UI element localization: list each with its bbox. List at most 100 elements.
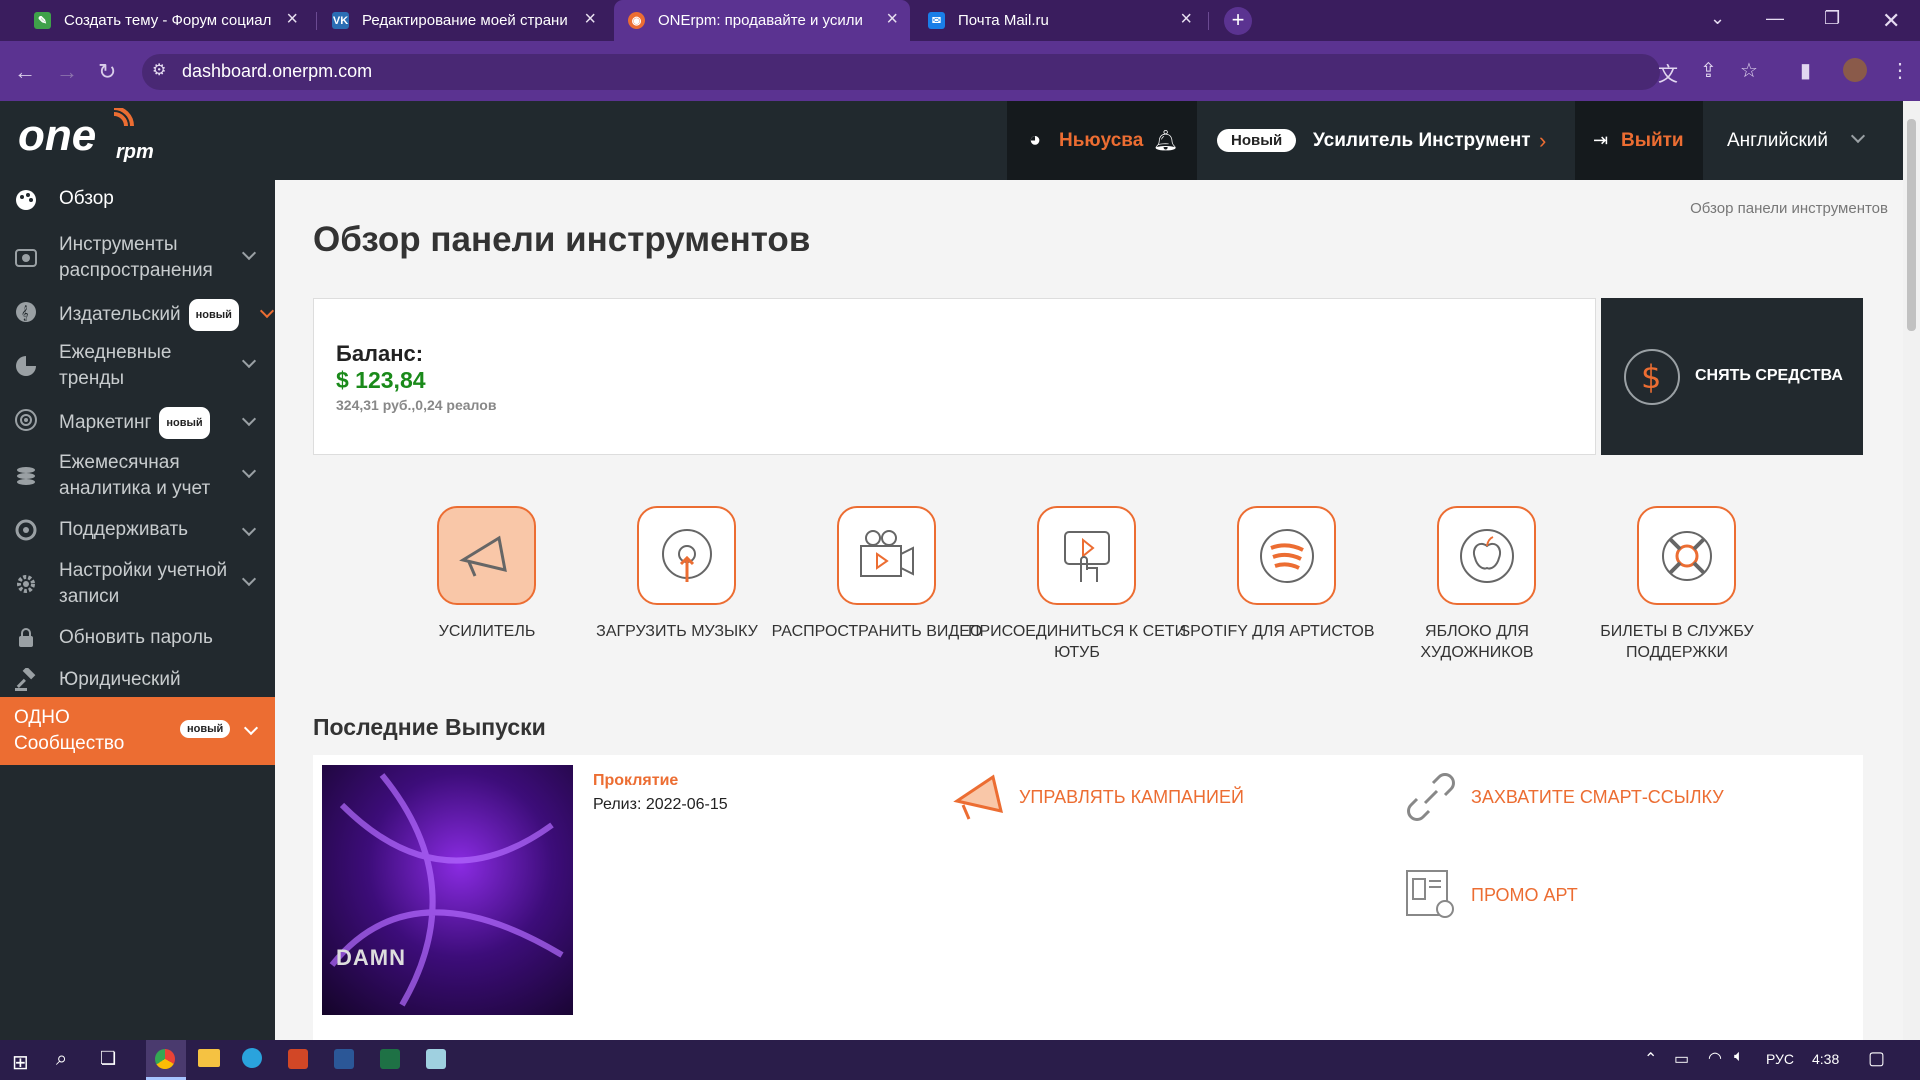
manage-campaign-label: УПРАВЛЯТЬ КАМПАНИЕЙ	[1019, 786, 1244, 807]
onerpm-logo[interactable]: one rpm	[18, 106, 168, 173]
search-icon[interactable]: ⌕	[56, 1048, 67, 1071]
sidebar-item-update-password[interactable]: Обновить пароль	[0, 618, 275, 658]
close-icon[interactable]: ×	[1180, 9, 1192, 29]
bookmark-star-icon[interactable]: ☆	[1740, 58, 1758, 83]
sidebar-item-label: Обзор	[59, 188, 114, 209]
sidebar-item-overview[interactable]: Обзор	[0, 180, 275, 220]
sidebar-item-community[interactable]: ОДНО Сообщество новый	[0, 697, 275, 765]
spotify-icon	[1237, 506, 1336, 605]
onerpm-icon: ◉	[628, 12, 645, 29]
tab-search-icon[interactable]: ⌄	[1710, 8, 1725, 29]
reload-icon[interactable]: ↻	[98, 59, 116, 85]
chevron-down-icon	[241, 571, 257, 587]
upload-disc-icon	[637, 506, 736, 605]
menu-icon[interactable]: ⋮	[1890, 58, 1910, 83]
battery-icon[interactable]: ▭	[1674, 1049, 1689, 1069]
new-tab-button[interactable]: +	[1224, 7, 1252, 35]
notifications-icon[interactable]: ▢	[1868, 1048, 1885, 1069]
dollar-coin-icon: $	[1624, 349, 1680, 405]
word-icon[interactable]	[334, 1049, 354, 1069]
gavel-icon	[15, 668, 36, 691]
tab-title: Редактирование моей страни	[362, 12, 568, 29]
sidebar-item-marketing[interactable]: Маркетинг новый	[0, 400, 275, 440]
windows-start-icon[interactable]: ⊞	[12, 1050, 29, 1075]
keyboard-language[interactable]: РУС	[1766, 1051, 1794, 1067]
target-icon	[15, 409, 37, 431]
clock[interactable]: 4:38	[1812, 1051, 1839, 1067]
notepad-icon[interactable]	[426, 1049, 446, 1069]
cover-text: DAMN	[336, 945, 406, 970]
tab-separator	[316, 12, 317, 30]
chevron-down-icon	[243, 720, 259, 736]
sidebar-item-publishing[interactable]: 𝄞 Издательский новый	[0, 292, 275, 332]
user-menu[interactable]: ◕ Ньюусва 🔔︎	[1007, 101, 1197, 180]
manage-campaign-link[interactable]: УПРАВЛЯТЬ КАМПАНИЕЙ	[953, 767, 1244, 827]
site-info-icon[interactable]: ⚙	[152, 60, 166, 80]
smart-link-link[interactable]: ЗАХВАТИТЕ СМАРТ-ССЫЛКУ	[1403, 767, 1724, 827]
translate-icon[interactable]: 文	[1658, 58, 1678, 87]
browser-tab-active[interactable]: ◉ ONErpm: продавайте и усили ×	[614, 0, 910, 41]
logout-button[interactable]: ⇥ Выйти	[1575, 101, 1703, 180]
sidebar-item-legal[interactable]: Юридический	[0, 660, 275, 700]
sidebar-item-support[interactable]: Поддерживать	[0, 510, 275, 550]
megaphone-icon	[437, 506, 536, 605]
minimize-icon[interactable]: —	[1766, 8, 1784, 29]
label-text: Издательский	[59, 304, 181, 326]
browser-tab[interactable]: ✎ Создать тему - Форум социал ×	[20, 0, 310, 41]
sidepanel-icon[interactable]: ▮	[1800, 58, 1811, 83]
chevron-up-icon[interactable]: ⌃	[1644, 1049, 1657, 1069]
telegram-icon[interactable]	[242, 1048, 262, 1068]
dashboard-icon: ◕	[1029, 129, 1042, 151]
sidebar-item-label: Юридический	[59, 669, 181, 690]
sidebar-item-label: Инструменты распространения	[59, 234, 213, 281]
vk-icon: VK	[332, 12, 349, 29]
cover-art	[329, 773, 564, 1007]
logo-mark: one rpm	[18, 106, 154, 163]
sidebar-item-label: Ежемесячная аналитика и учет	[59, 452, 211, 499]
browser-tab[interactable]: VK Редактирование моей страни ×	[318, 0, 608, 41]
close-icon[interactable]: ×	[584, 9, 596, 29]
back-icon[interactable]: ←	[14, 59, 36, 85]
volume-icon[interactable]: 🔈︎	[1734, 1048, 1744, 1066]
browser-tab[interactable]: ✉ Почта Mail.ru ×	[914, 0, 1204, 41]
withdraw-label: СНЯТЬ СРЕДСТВА	[1695, 367, 1843, 384]
sidebar-item-distribution[interactable]: Инструменты распространения	[0, 228, 275, 288]
wifi-icon[interactable]: ◠	[1708, 1048, 1722, 1068]
scrollbar-thumb[interactable]	[1907, 119, 1916, 331]
link-icon	[1407, 773, 1455, 821]
language-select[interactable]: Английский	[1703, 101, 1903, 180]
promo-art-link[interactable]: ПРОМО АРТ	[1403, 865, 1578, 925]
sidebar-item-daily-trends[interactable]: Ежедневные тренды	[0, 336, 275, 396]
lock-icon	[19, 628, 33, 647]
folder-icon[interactable]	[198, 1049, 220, 1067]
amplifier-tool-link[interactable]: Новый Усилитель Инструмент ›	[1197, 101, 1575, 180]
release-card: DAMN Проклятие Релиз: 2022-06-15 УПРАВЛЯ…	[313, 755, 1863, 1045]
balance-label: Баланс:	[336, 341, 424, 366]
logout-label: Выйти	[1621, 129, 1684, 151]
bell-icon[interactable]: 🔔︎	[1153, 128, 1178, 153]
release-cover[interactable]: DAMN	[322, 765, 573, 1015]
tab-title: Создать тему - Форум социал	[64, 12, 272, 29]
quicklink-label: Усилитель	[438, 623, 536, 640]
quicklink-label: Распространить видео	[771, 623, 983, 640]
forward-icon[interactable]: →	[56, 59, 78, 85]
powerpoint-icon[interactable]	[288, 1049, 308, 1069]
breadcrumb[interactable]: Обзор панели инструментов	[1690, 200, 1888, 217]
close-icon[interactable]: ×	[886, 9, 898, 29]
profile-avatar[interactable]	[1843, 58, 1867, 82]
chrome-taskbar-icon[interactable]	[146, 1040, 186, 1080]
sidebar-item-account-settings[interactable]: Настройки учетной записи	[0, 554, 275, 614]
task-view-icon[interactable]: ❏	[100, 1048, 116, 1069]
close-window-icon[interactable]: ✕	[1882, 8, 1900, 34]
share-icon[interactable]: ⇪	[1700, 58, 1717, 83]
restore-icon[interactable]: ❐	[1824, 8, 1840, 29]
sidebar-item-analytics[interactable]: Ежемесячная аналитика и учет	[0, 446, 275, 506]
release-name[interactable]: Проклятие	[593, 772, 678, 790]
url-text[interactable]: dashboard.onerpm.com	[182, 61, 372, 82]
excel-icon[interactable]	[380, 1049, 400, 1069]
touch-video-icon	[1037, 506, 1136, 605]
withdraw-button[interactable]: $ СНЯТЬ СРЕДСТВА	[1601, 298, 1863, 455]
new-badge: новый	[159, 407, 210, 439]
page-scrollbar[interactable]	[1903, 101, 1920, 1040]
close-icon[interactable]: ×	[286, 9, 298, 29]
